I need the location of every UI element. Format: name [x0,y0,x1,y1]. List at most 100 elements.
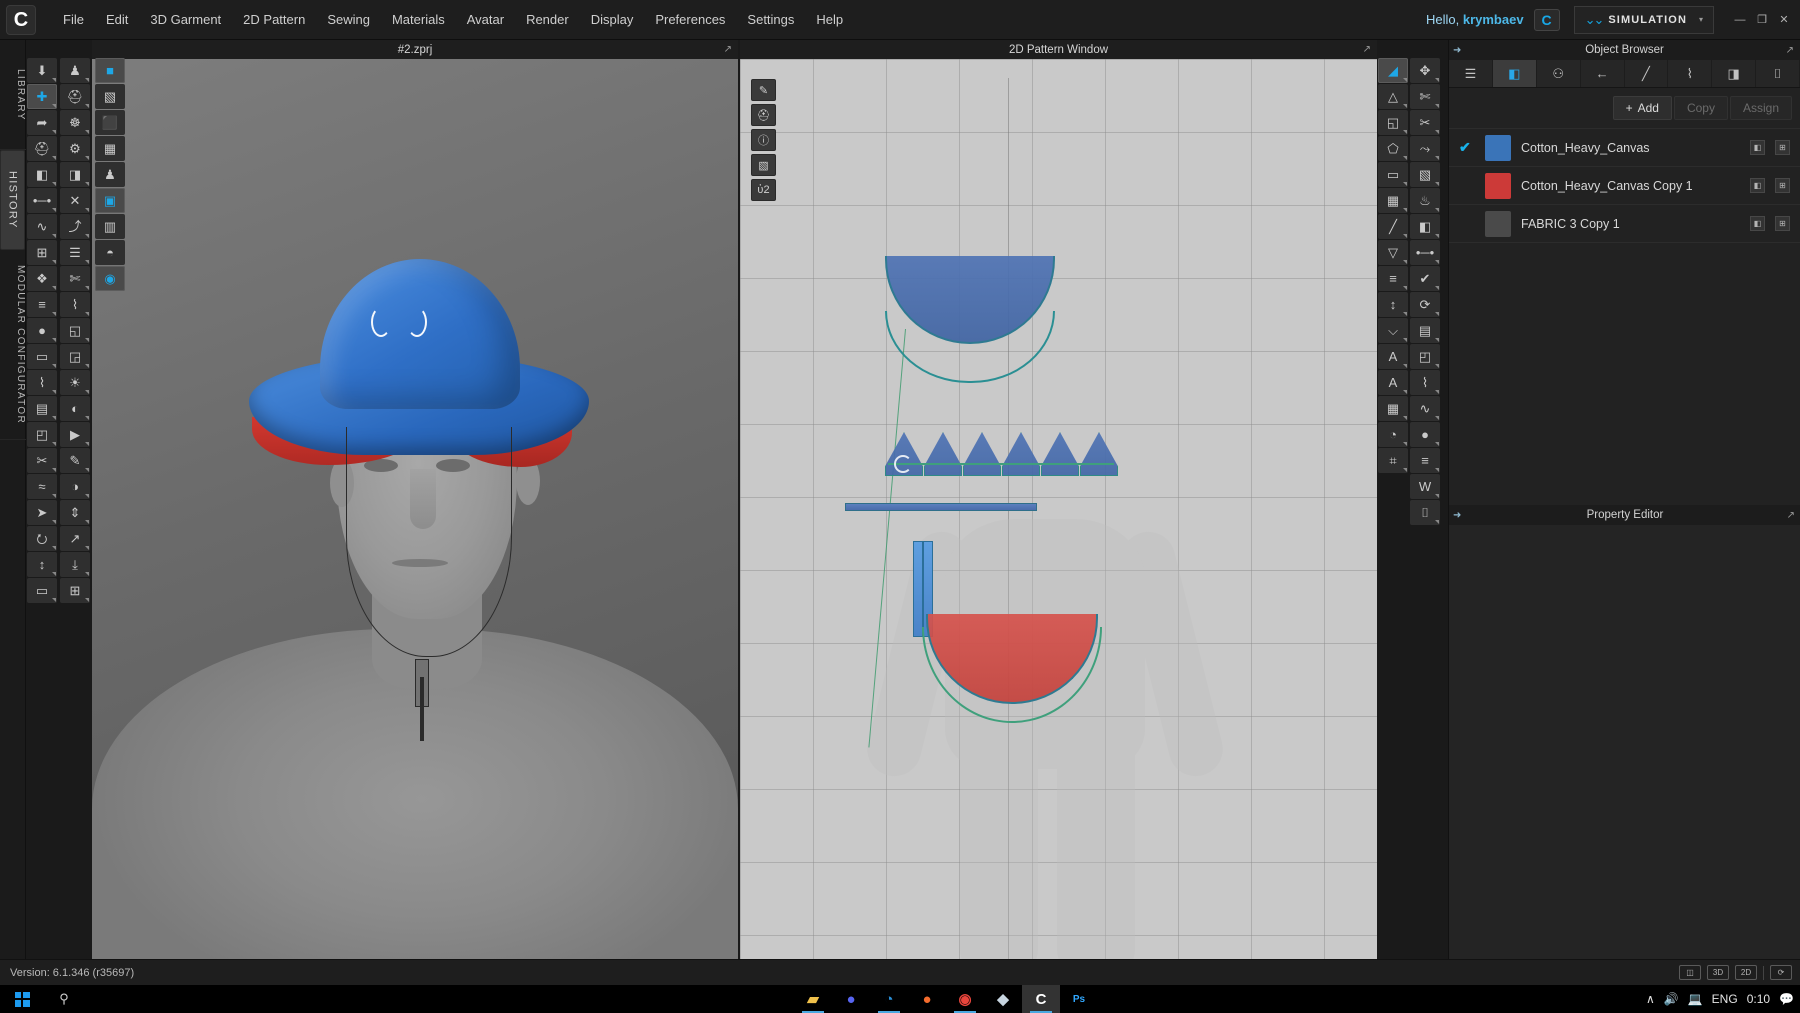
render-view-button[interactable]: ◉ [95,266,125,291]
edit-pattern-select-tool[interactable]: ◢ [1378,58,1408,83]
xray-joints-tool[interactable]: ☸ [60,110,90,135]
reset-view-button[interactable]: ⟳ [1770,965,1792,980]
view-3d-button[interactable]: 3D [1707,965,1729,980]
menu-help[interactable]: Help [805,6,854,33]
menu-sewing[interactable]: Sewing [316,6,381,33]
animation-tool[interactable]: ▶ [60,422,90,447]
annotation-tool[interactable]: A [1378,370,1408,395]
tab-zipper[interactable]: ← [1581,60,1625,87]
render-tool[interactable]: ◐ [60,396,90,421]
texture-paint-tool[interactable]: ✎ [60,448,90,473]
close-button[interactable]: ✕ [1774,11,1794,29]
grade-tool[interactable]: ⊞ [60,578,90,603]
create-rectangle-tool[interactable]: ▭ [1378,162,1408,187]
tab-fabric[interactable]: ◧ [1492,60,1537,87]
split-view-button[interactable]: ◫ [1679,965,1701,980]
edit-pattern-tool[interactable]: ✎ [751,79,776,101]
menu-preferences[interactable]: Preferences [644,6,736,33]
garment-fit-tool[interactable]: ⛑ [60,84,90,109]
measure-2d-tool[interactable]: ⌗ [1378,448,1408,473]
fabric-texture-tool[interactable]: ▤ [27,396,57,421]
menu-2d-pattern[interactable]: 2D Pattern [232,6,316,33]
graphic-2d-tool[interactable]: ◰ [1410,344,1440,369]
photoshop-icon[interactable]: Ps [1060,985,1098,1013]
chevron-up-icon[interactable]: ∧ [1646,992,1655,1006]
iron-tool[interactable]: ♨ [1410,188,1440,213]
dart-tool[interactable]: ▽ [1378,240,1408,265]
app-logo-icon[interactable]: C [6,4,36,35]
gravity-tool[interactable]: ↕ [27,552,57,577]
select-mesh-tool[interactable]: ➦ [27,110,57,135]
slash-spread-tool[interactable]: ✂ [1410,110,1440,135]
tack-tool[interactable]: ❖ [27,266,57,291]
steam-icon[interactable]: ◆ [984,985,1022,1013]
volume-icon[interactable]: 🔊 [1664,992,1679,1006]
surface-view-button[interactable]: ▣ [95,188,125,213]
snapshot-tool[interactable]: ◱ [60,318,90,343]
edit-curvature-tool[interactable]: ◱ [1378,110,1408,135]
popout-icon[interactable]: ↗ [724,44,732,55]
fabric-properties-icon[interactable]: ⊞ [1775,140,1790,155]
restore-button[interactable]: ❐ [1752,11,1772,29]
measure-tool[interactable]: ➤ [27,500,57,525]
fabric-texture-icon[interactable]: ◧ [1750,216,1765,231]
fabric-texture-icon[interactable]: ◧ [1750,178,1765,193]
fabric-preview-swatch[interactable]: ■ [95,58,125,83]
text-tool[interactable]: A [1378,344,1408,369]
shadow-view-button[interactable]: ◓ [95,240,125,265]
checkmark-icon[interactable]: ✔ [1459,139,1475,156]
free-sewing-2d-tool[interactable]: •─• [1410,240,1440,265]
edit-curve-point-tool[interactable]: △ [1378,84,1408,109]
pattern-piece-gore[interactable] [1041,432,1079,476]
search-icon[interactable]: ⚲ [44,985,84,1013]
show-pattern-outline-tool[interactable]: ⛑ [751,104,776,126]
circumference-tool[interactable]: ⭮ [27,526,57,551]
move-pattern-tool[interactable]: ✥ [1410,58,1440,83]
menu-materials[interactable]: Materials [381,6,456,33]
texture-2d-tool[interactable]: ▤ [1410,318,1440,343]
buttonhole-tool[interactable]: ▭ [27,344,57,369]
viewport-2d-pattern-window[interactable]: 2D Pattern Window ↗ ✎ ⛑ ⓘ ▧ ὑ2 [740,40,1377,959]
shading-mode-button[interactable]: ▧ [95,84,125,109]
stitch-tool[interactable]: ⌇ [60,292,90,317]
clo3d-icon[interactable]: C [1022,985,1060,1013]
sidebar-item-library[interactable]: LIBRARY [0,40,26,150]
scissors-tool[interactable]: ✄ [60,266,90,291]
pleat-tool[interactable]: ≡ [1378,266,1408,291]
fabric-color-swatch[interactable] [1485,210,1511,237]
fabric-color-swatch[interactable] [1485,134,1511,161]
object-browser-row[interactable]: ✔ Cotton_Heavy_Canvas ◧ ⊞ [1449,128,1800,166]
mode-dropdown-arrow-icon[interactable]: ▾ [1699,15,1703,24]
chrome-icon[interactable]: ◉ [946,985,984,1013]
mesh-view-button[interactable]: ▥ [95,214,125,239]
tab-topstitch[interactable]: ╱ [1625,60,1669,87]
language-indicator[interactable]: ENG [1712,992,1738,1006]
trace-tool[interactable]: ▦ [1378,188,1408,213]
clock[interactable]: 0:10 [1747,992,1770,1006]
graphic-tool[interactable]: ◰ [27,422,57,447]
tab-measure[interactable]: ⌷ [1756,60,1800,87]
popout-icon-2d[interactable]: ↗ [1363,44,1371,55]
fabric-color-swatch[interactable] [1485,172,1511,199]
minimize-button[interactable]: — [1730,11,1750,29]
camera-tool[interactable]: ◲ [60,344,90,369]
print-layout-tool[interactable]: ☰ [60,240,90,265]
vector-tool[interactable]: ↗ [60,526,90,551]
pattern-piece-gore[interactable] [963,432,1001,476]
sidebar-item-modular-configurator[interactable]: MODULAR CONFIGURATOR [0,250,26,440]
auto-sewing-tool[interactable]: ⟳ [1410,292,1440,317]
start-button[interactable] [0,985,44,1013]
stitch-2d-tool[interactable]: ⌇ [1410,370,1440,395]
button-2d-tool[interactable]: ● [1410,422,1440,447]
fold-seam-tool[interactable]: ⤳ [1410,136,1440,161]
create-polygon-tool[interactable]: ⬠ [1378,136,1408,161]
puckering-tool[interactable]: ≈ [27,474,57,499]
menu-render[interactable]: Render [515,6,580,33]
file-explorer-icon[interactable]: ▰ [794,985,832,1013]
fold-arrangement-tool[interactable]: ⛑ [27,136,57,161]
pattern-piece-gore-row[interactable] [885,432,1118,478]
show-texture-tool[interactable]: ▧ [751,154,776,176]
thickness-view-button[interactable]: ⬛ [95,110,125,135]
menu-avatar[interactable]: Avatar [456,6,515,33]
pattern-3d-tool[interactable]: ◔ [1378,422,1408,447]
